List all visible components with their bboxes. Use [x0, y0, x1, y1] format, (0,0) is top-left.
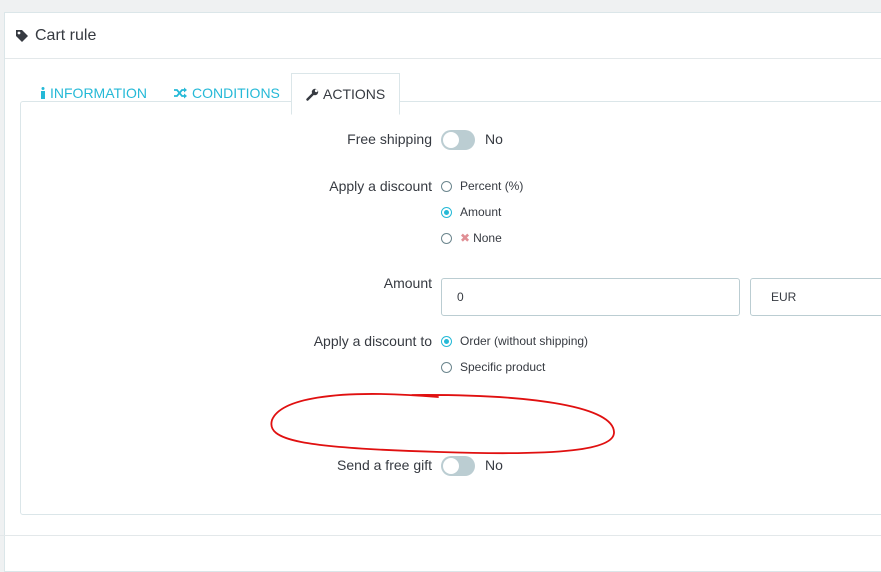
- tab-actions[interactable]: ACTIONS: [291, 73, 401, 115]
- amount-input[interactable]: 0: [441, 278, 740, 316]
- discount-to-order-option[interactable]: Order (without shipping): [441, 334, 588, 348]
- discount-to-product-radio[interactable]: [441, 361, 452, 373]
- discount-percent-label: Percent (%): [460, 179, 524, 193]
- discount-to-product-option[interactable]: Specific product: [441, 360, 545, 374]
- info-icon: [41, 87, 45, 99]
- free-shipping-label: Free shipping: [347, 131, 432, 147]
- free-shipping-switch[interactable]: [441, 130, 475, 150]
- tab-conditions-label: CONDITIONS: [192, 85, 280, 101]
- close-icon: ✖: [460, 231, 471, 245]
- free-gift-label: Send a free gift: [337, 457, 432, 473]
- apply-discount-to-label: Apply a discount to: [313, 333, 432, 349]
- panel-title: Cart rule: [35, 26, 97, 44]
- amount-input-value: 0: [457, 290, 464, 304]
- discount-amount-radio[interactable]: [441, 206, 452, 218]
- discount-amount-label: Amount: [460, 205, 502, 219]
- free-gift-value: No: [485, 457, 503, 473]
- discount-to-order-label: Order (without shipping): [460, 334, 589, 348]
- discount-none-radio[interactable]: [441, 232, 452, 244]
- free-gift-switch[interactable]: [441, 456, 475, 476]
- tab-actions-label: ACTIONS: [323, 86, 386, 102]
- panel-header: Cart rule: [5, 13, 881, 59]
- tab-information-label: INFORMATION: [50, 85, 147, 101]
- actions-tab-pane: Free shipping No Apply a discount Percen…: [20, 101, 881, 515]
- discount-percent-option[interactable]: Percent (%): [441, 179, 523, 193]
- free-shipping-value: No: [485, 131, 503, 147]
- discount-to-order-radio[interactable]: [441, 335, 452, 347]
- amount-label: Amount: [383, 275, 432, 291]
- panel-footer-divider: [0, 535, 881, 536]
- discount-percent-radio[interactable]: [441, 180, 452, 192]
- shuffle-icon: [174, 87, 187, 99]
- currency-select[interactable]: EUR: [750, 278, 881, 316]
- wrench-icon: [306, 88, 319, 101]
- discount-amount-option[interactable]: Amount: [441, 205, 501, 219]
- tag-icon: [16, 29, 28, 42]
- discount-none-label: None: [473, 231, 502, 245]
- discount-to-product-label: Specific product: [460, 360, 546, 374]
- apply-discount-label: Apply a discount: [329, 178, 432, 194]
- currency-select-value: EUR: [771, 290, 797, 304]
- discount-none-option[interactable]: ✖ None: [441, 231, 502, 245]
